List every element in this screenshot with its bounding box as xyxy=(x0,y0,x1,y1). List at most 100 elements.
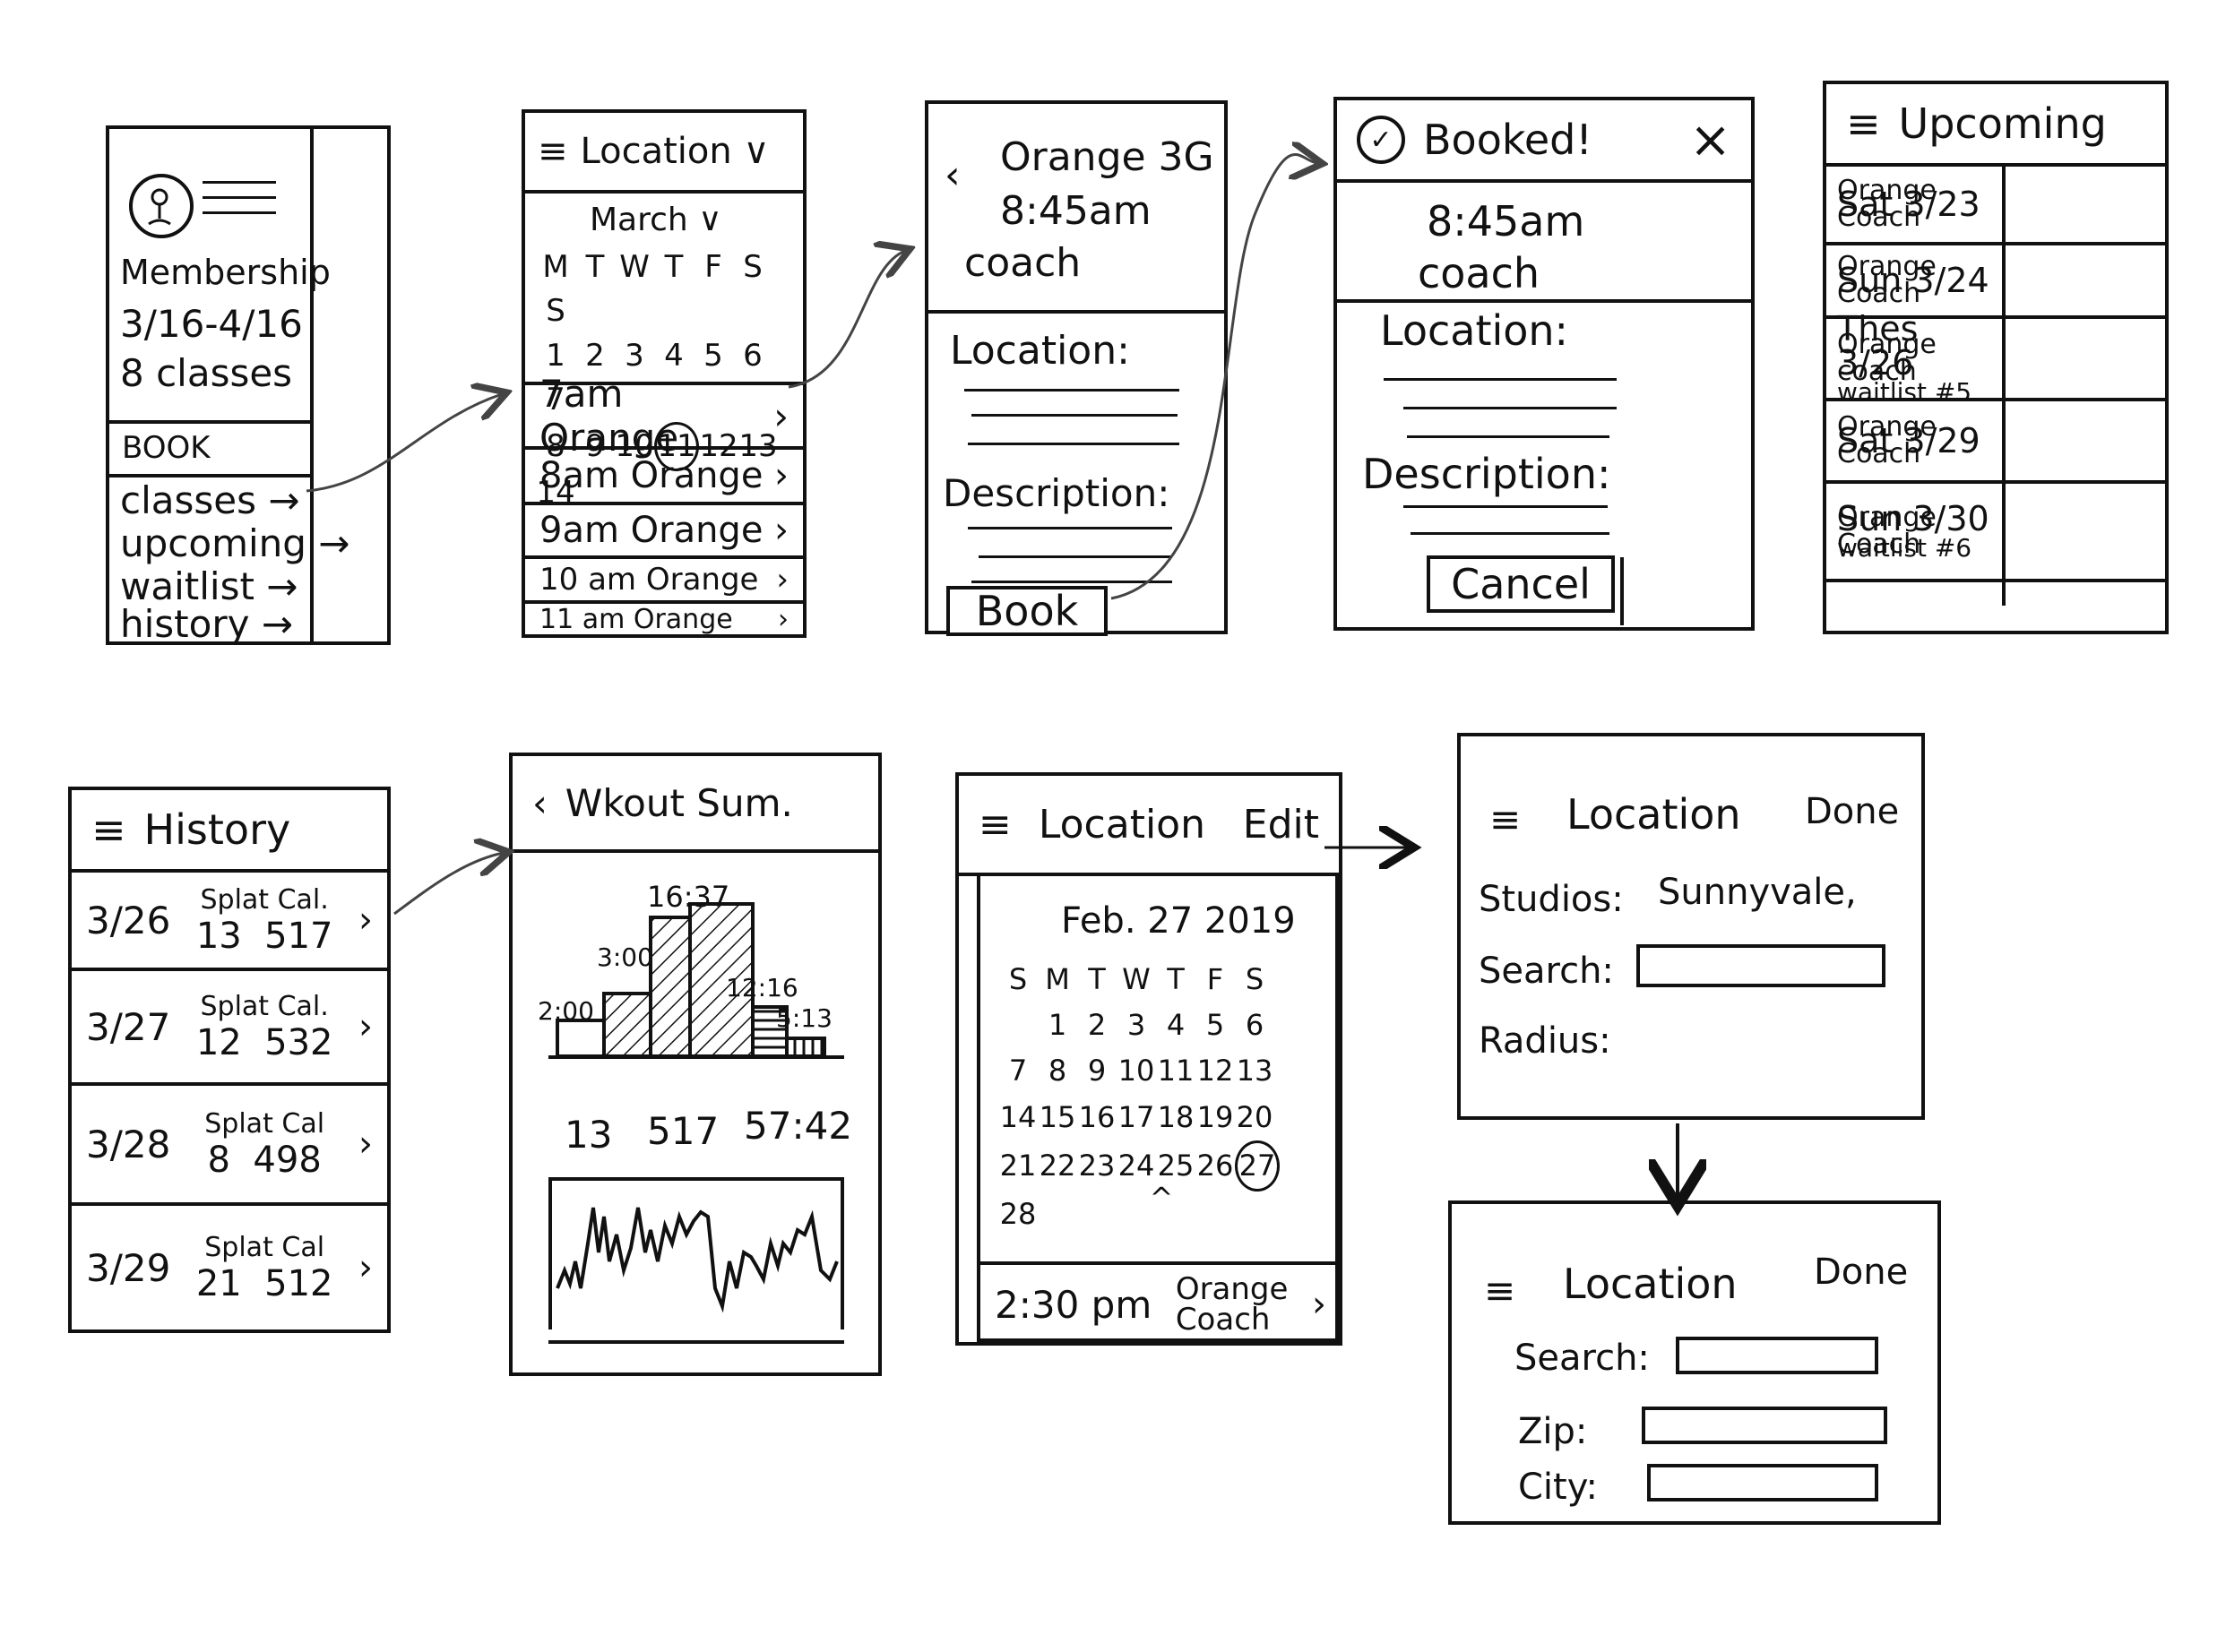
done-button[interactable]: Done xyxy=(1805,792,1899,831)
chevron-right-icon: › xyxy=(358,899,373,941)
divider xyxy=(1620,557,1624,625)
cancel-button[interactable]: Cancel xyxy=(1427,555,1615,613)
calendar-day[interactable]: 5 xyxy=(1195,1002,1235,1048)
stat-values: 12 532 xyxy=(196,1022,333,1063)
stat-labels: Splat Cal xyxy=(204,1231,325,1263)
calendar-day[interactable]: 20 xyxy=(1235,1095,1274,1140)
menu-item-classes[interactable]: classes → xyxy=(120,478,300,522)
chevron-right-icon: › xyxy=(774,510,789,551)
list-item[interactable]: Thes 3/26 waitlist #5 Orange coach xyxy=(1826,312,2165,405)
search-input[interactable] xyxy=(1676,1337,1878,1374)
splat-value: 21 xyxy=(195,1262,242,1304)
calendar-day[interactable]: 17 xyxy=(1117,1095,1156,1140)
calendar-day[interactable]: 16 xyxy=(1077,1095,1117,1140)
calendar-day[interactable]: 26 xyxy=(1195,1143,1235,1189)
calendar-day[interactable]: 22 xyxy=(1038,1143,1077,1189)
calendar-day[interactable]: 2 xyxy=(1077,1002,1117,1048)
calendar-day[interactable]: 12 xyxy=(1195,1048,1235,1094)
menu-item-upcoming[interactable]: upcoming → xyxy=(120,522,350,564)
calendar-day[interactable]: 15 xyxy=(1038,1095,1077,1140)
stat-values: 8 498 xyxy=(208,1140,322,1181)
list-item[interactable]: Sat 3/29 Orange Coach xyxy=(1826,401,2165,484)
arrow-right-icon: → xyxy=(268,478,300,522)
calendar-day[interactable]: 13 xyxy=(1235,1048,1274,1094)
list-item[interactable]: Sun 3/30 waitlist #6 Orange Coach xyxy=(1826,484,2165,582)
calendar-day[interactable]: 8 xyxy=(1038,1048,1077,1094)
flow-arrow xyxy=(393,853,504,916)
list-item[interactable]: Sun 3/24 Orange Coach xyxy=(1826,245,2165,319)
confirmation-header: ✓ Booked! × xyxy=(1337,100,1751,183)
class-detail-screen: ‹ Orange 3G 8:45am coach Location: Descr… xyxy=(925,100,1228,636)
month-label: March xyxy=(590,202,688,238)
avatar-icon[interactable] xyxy=(129,174,194,238)
done-button[interactable]: Done xyxy=(1814,1252,1908,1292)
location-dropdown[interactable]: Location ∨ xyxy=(581,131,770,172)
calendar-day[interactable]: 21 xyxy=(998,1143,1038,1189)
class-slot-label: 11 am Orange xyxy=(539,603,733,635)
menu-item-label: classes xyxy=(120,478,256,522)
hamburger-menu-icon[interactable]: ≡ xyxy=(1484,1269,1515,1312)
calendar-day-selected[interactable]: 27 xyxy=(1235,1140,1280,1192)
calendar-day[interactable]: 18 xyxy=(1156,1095,1195,1140)
class-time: 8:45am xyxy=(1000,188,1152,234)
history-row[interactable]: 3/26 Splat Cal. 13 517 › xyxy=(72,873,387,971)
book-section-label: BOOK xyxy=(122,430,211,466)
zip-label: Zip: xyxy=(1518,1411,1588,1452)
weekday-label: S xyxy=(1245,962,1264,996)
chevron-down-icon: ∨ xyxy=(698,202,722,238)
calendar-day[interactable]: 3 xyxy=(1117,1002,1156,1048)
search-input[interactable] xyxy=(1636,944,1885,987)
menu-item-history[interactable]: history → xyxy=(120,603,293,645)
chevron-right-icon: › xyxy=(774,455,789,496)
history-row[interactable]: 3/27 Splat Cal. 12 532 › xyxy=(72,971,387,1086)
city-input[interactable] xyxy=(1647,1464,1878,1501)
class-name: Orange 3G xyxy=(1000,134,1214,180)
zone-bar xyxy=(556,1019,606,1058)
history-row[interactable]: 3/29 Splat Cal 21 512 › xyxy=(72,1206,387,1329)
page-title: Location xyxy=(1566,790,1741,839)
calendar-day[interactable]: 11 xyxy=(1156,1048,1195,1094)
edit-button[interactable]: Edit xyxy=(1243,802,1319,848)
hamburger-menu-icon[interactable]: ≡ xyxy=(979,802,1012,848)
class-slot-row[interactable]: 9am Orange › xyxy=(525,505,803,559)
class-slot-row[interactable]: 10 am Orange › xyxy=(525,559,803,604)
calendar-day[interactable]: 4 xyxy=(1156,1002,1195,1048)
weekday-label: T xyxy=(585,249,605,285)
session-row[interactable]: 2:30 pm Orange Coach › xyxy=(995,1267,1326,1342)
weekday-label: S xyxy=(1008,962,1028,996)
calendar-day[interactable]: 14 xyxy=(998,1095,1038,1140)
class-slot-row[interactable]: 11 am Orange › xyxy=(525,603,803,635)
class-slot-label: 10 am Orange xyxy=(539,562,759,598)
chevron-right-icon: › xyxy=(776,562,789,598)
calendar-day[interactable]: 6 xyxy=(1235,1002,1274,1048)
class-time: 8:45am xyxy=(1427,197,1585,245)
list-item[interactable]: Sat 3/23 Orange Coach xyxy=(1826,167,2165,245)
calendar-day[interactable]: 10 xyxy=(1117,1048,1156,1094)
calendar-day[interactable]: 7 xyxy=(998,1048,1038,1094)
close-icon[interactable]: × xyxy=(1689,111,1731,169)
zip-input[interactable] xyxy=(1642,1407,1887,1444)
class-slot-row[interactable]: 7am Orange › xyxy=(525,372,803,460)
hamburger-menu-icon[interactable]: ≡ xyxy=(1489,798,1521,840)
calendar-day[interactable]: 9 xyxy=(1077,1048,1117,1094)
book-button[interactable]: Book xyxy=(946,586,1108,636)
divider xyxy=(109,474,310,478)
calendar-day[interactable]: 23 xyxy=(1077,1143,1117,1189)
hamburger-menu-icon[interactable]: ≡ xyxy=(1846,99,1881,148)
class-slot-row[interactable]: 8am Orange › xyxy=(525,450,803,505)
schedule-header: ≡ Location ∨ xyxy=(525,113,803,194)
splat-value: 12 xyxy=(195,1021,242,1063)
back-icon[interactable]: ‹ xyxy=(945,153,961,197)
zone-label: 2:00 xyxy=(538,996,594,1026)
hamburger-menu-icon[interactable]: ≡ xyxy=(91,805,126,854)
calendar-day[interactable]: 1 xyxy=(1038,1002,1077,1048)
back-icon[interactable]: ‹ xyxy=(532,781,548,825)
month-selector[interactable]: March ∨ xyxy=(590,202,722,238)
calendar-day[interactable]: 19 xyxy=(1195,1095,1235,1140)
location-line xyxy=(1407,435,1609,438)
collapse-calendar-icon[interactable]: ^ xyxy=(1142,1175,1181,1221)
history-row[interactable]: 3/28 Splat Cal 8 498 › xyxy=(72,1086,387,1206)
location-label: Location: xyxy=(1380,306,1569,355)
calendar-day[interactable]: 28 xyxy=(998,1192,1038,1237)
hamburger-menu-icon[interactable]: ≡ xyxy=(538,131,568,172)
